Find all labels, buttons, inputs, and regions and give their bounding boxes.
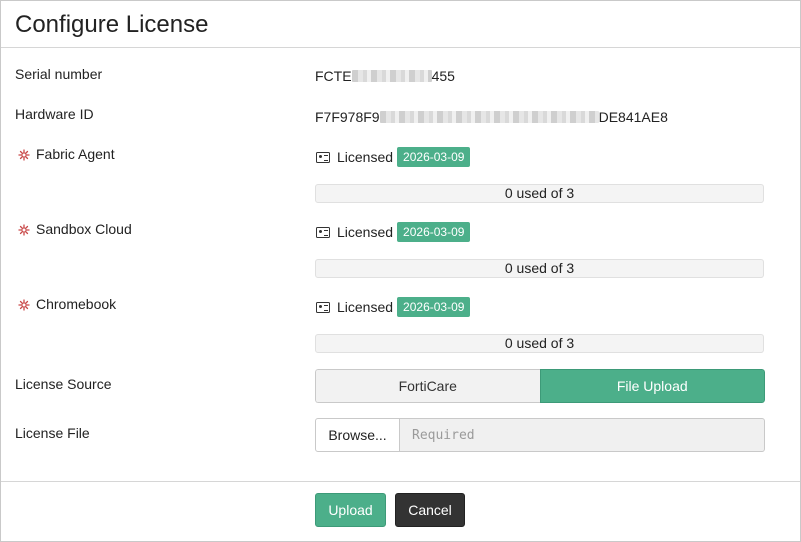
footer-divider: [1, 481, 800, 482]
hardware-prefix: F7F978F9: [315, 109, 380, 125]
dialog-title: Configure License: [15, 11, 209, 38]
license-source-label: License Source: [15, 376, 112, 392]
license-file-picker: Browse...: [315, 418, 765, 452]
hardware-id-value: F7F978F9 DE841AE8: [315, 109, 668, 125]
header-divider: [1, 47, 800, 48]
expiry-badge: 2026-03-09: [397, 222, 471, 242]
license-source-toggle: FortiCare File Upload: [315, 369, 765, 403]
license-status-fabric-agent: Licensed 2026-03-09: [315, 147, 471, 167]
expiry-badge: 2026-03-09: [397, 297, 471, 317]
license-name: Fabric Agent: [36, 146, 115, 162]
license-row-chromebook: Chromebook: [15, 296, 116, 312]
upload-button[interactable]: Upload: [315, 493, 386, 527]
hardware-redacted: [379, 111, 599, 124]
usage-text: 0 used of 3: [504, 335, 575, 351]
usage-text: 0 used of 3: [504, 260, 575, 276]
license-status-text: Licensed: [337, 299, 394, 315]
forticare-option-button[interactable]: FortiCare: [315, 369, 540, 403]
license-file-input[interactable]: [400, 418, 765, 452]
usage-bar-chromebook: 0 used of 3: [315, 334, 764, 353]
hardware-id-label: Hardware ID: [15, 106, 94, 122]
configure-license-dialog: Configure License Serial number FCTE 455 …: [0, 0, 801, 542]
file-upload-option-button[interactable]: File Upload: [539, 369, 765, 403]
id-card-icon: [316, 226, 330, 238]
serial-number-label: Serial number: [15, 66, 103, 82]
serial-prefix: FCTE: [315, 68, 352, 84]
hardware-suffix: DE841AE8: [598, 109, 668, 125]
id-card-icon: [316, 151, 330, 163]
usage-bar-fabric-agent: 0 used of 3: [315, 184, 764, 203]
license-row-fabric-agent: Fabric Agent: [15, 146, 115, 162]
id-card-icon: [316, 301, 330, 313]
usage-text: 0 used of 3: [504, 185, 575, 201]
license-name: Chromebook: [36, 296, 117, 312]
license-file-label: License File: [15, 425, 90, 441]
browse-button[interactable]: Browse...: [315, 418, 400, 452]
license-status-text: Licensed: [337, 149, 394, 165]
license-status-chromebook: Licensed 2026-03-09: [315, 297, 471, 317]
cancel-button[interactable]: Cancel: [395, 493, 465, 527]
gear-icon: [18, 298, 30, 311]
usage-bar-sandbox-cloud: 0 used of 3: [315, 259, 764, 278]
gear-icon: [18, 223, 30, 236]
license-status-text: Licensed: [337, 224, 394, 240]
expiry-badge: 2026-03-09: [397, 147, 471, 167]
serial-number-value: FCTE 455: [315, 68, 455, 84]
license-status-sandbox-cloud: Licensed 2026-03-09: [315, 222, 471, 242]
gear-icon: [18, 148, 30, 161]
license-name: Sandbox Cloud: [36, 221, 132, 237]
serial-suffix: 455: [431, 68, 455, 84]
serial-redacted: [351, 70, 432, 83]
license-row-sandbox-cloud: Sandbox Cloud: [15, 221, 132, 237]
